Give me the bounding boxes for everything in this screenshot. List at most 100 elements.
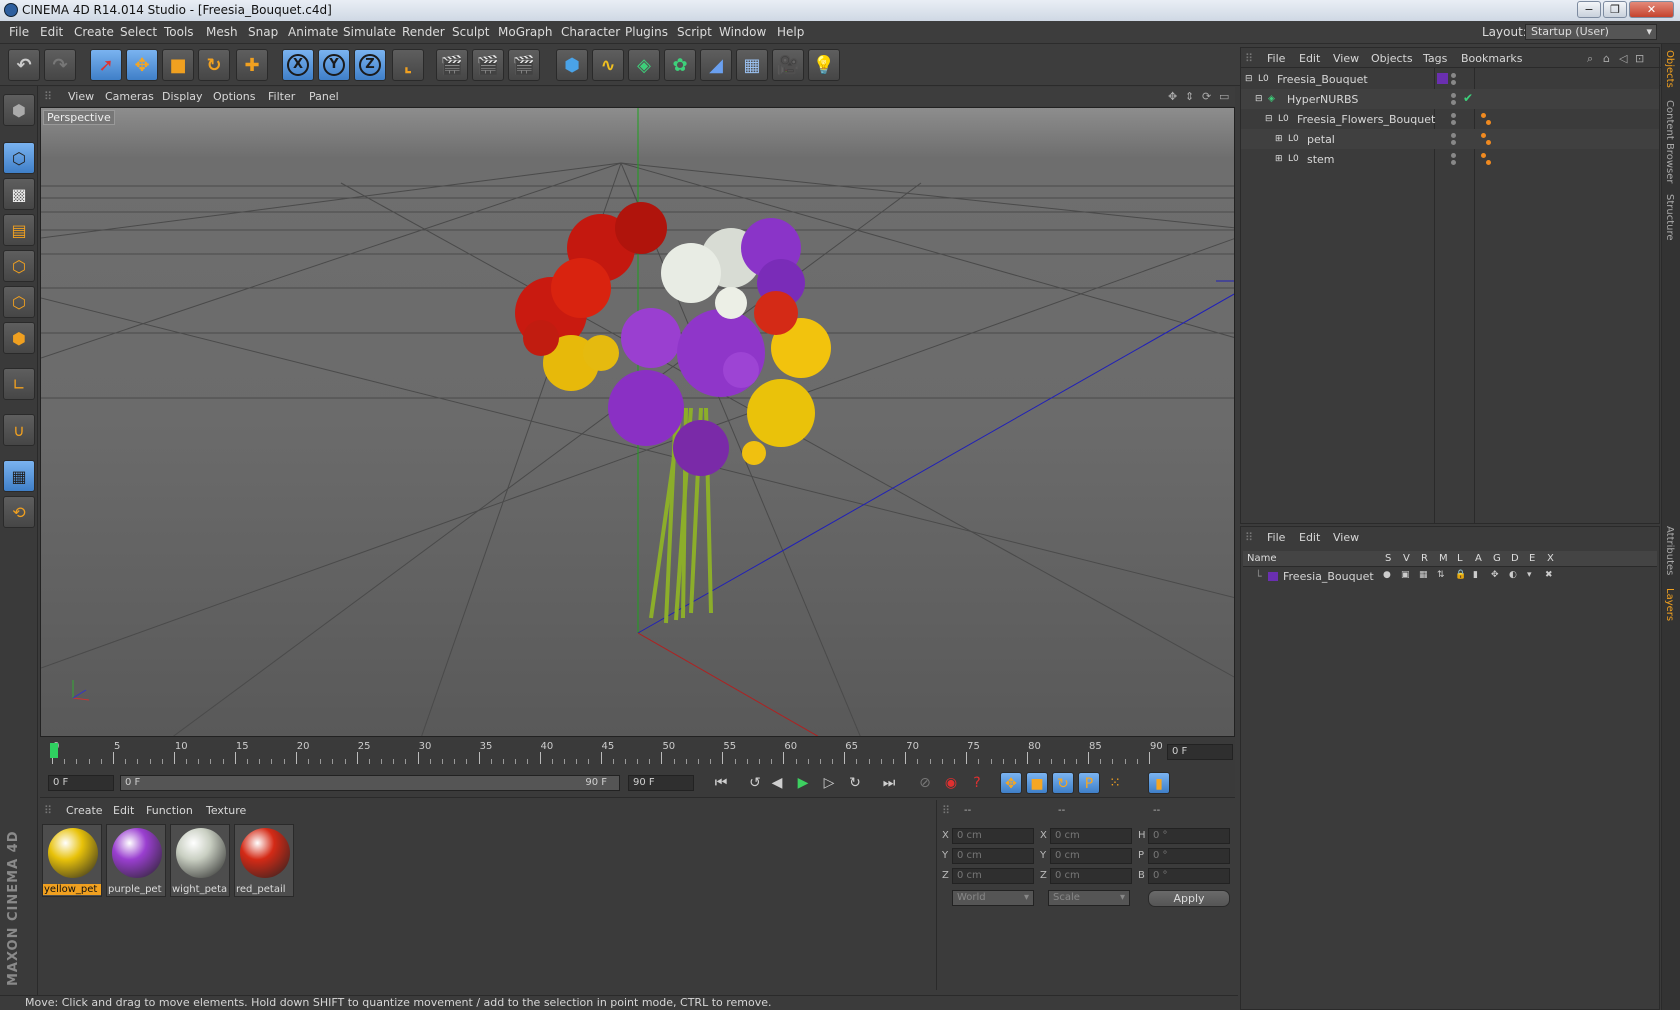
- layer-column-r[interactable]: R: [1421, 553, 1428, 564]
- menu-create[interactable]: Create: [74, 25, 114, 39]
- texture-mode-button[interactable]: ▩: [3, 178, 35, 210]
- material-menu-texture[interactable]: Texture: [206, 804, 246, 817]
- tag-icon[interactable]: [1481, 153, 1486, 158]
- render-visibility-dot[interactable]: [1451, 140, 1456, 145]
- pan-view-icon[interactable]: ✥: [1168, 90, 1177, 103]
- start-frame-field[interactable]: 0 F: [48, 775, 114, 791]
- tab-attributes[interactable]: Attributes: [1664, 526, 1675, 575]
- layer-column-x[interactable]: X: [1547, 553, 1554, 564]
- position-field[interactable]: 0 cm: [952, 848, 1034, 864]
- object-name[interactable]: HyperNURBS: [1287, 93, 1358, 106]
- object-menu-objects[interactable]: Objects: [1371, 52, 1413, 65]
- key-position-button[interactable]: ✥: [1000, 772, 1022, 794]
- layer-column-m[interactable]: M: [1439, 553, 1448, 564]
- menu-sculpt[interactable]: Sculpt: [452, 25, 489, 39]
- points-mode-button[interactable]: ⬡: [3, 250, 35, 282]
- editor-visibility-dot[interactable]: [1451, 93, 1456, 98]
- tag-icon[interactable]: [1486, 120, 1491, 125]
- viewport-menu-options[interactable]: Options: [213, 90, 255, 103]
- layer-column-l[interactable]: L: [1457, 553, 1463, 564]
- perspective-viewport[interactable]: Perspective: [40, 107, 1235, 737]
- enabled-check-icon[interactable]: ✔: [1463, 91, 1473, 105]
- visible-toggle-icon[interactable]: ▣: [1401, 570, 1410, 580]
- material-menu-create[interactable]: Create: [66, 804, 103, 817]
- tag-icon[interactable]: [1486, 140, 1491, 145]
- timeline-window-button[interactable]: ▮: [1148, 772, 1170, 794]
- deformer-toggle-icon[interactable]: ◐: [1509, 570, 1517, 580]
- editor-visibility-dot[interactable]: [1451, 133, 1456, 138]
- add-spline-button[interactable]: ∿: [592, 49, 624, 81]
- add-cube-button[interactable]: ⬢: [556, 49, 588, 81]
- next-frame-button[interactable]: ▷: [818, 772, 840, 794]
- apply-button[interactable]: Apply: [1148, 890, 1230, 907]
- z-axis-lock-button[interactable]: Z: [354, 49, 386, 81]
- key-point-level-button[interactable]: ⁙: [1104, 772, 1126, 794]
- render-view-button[interactable]: 🎬: [436, 49, 468, 81]
- material-menu-function[interactable]: Function: [146, 804, 193, 817]
- menu-help[interactable]: Help: [777, 25, 804, 39]
- tag-icon[interactable]: [1486, 160, 1491, 165]
- editor-visibility-dot[interactable]: [1451, 113, 1456, 118]
- layer-column-e[interactable]: E: [1529, 553, 1535, 564]
- xref-toggle-icon[interactable]: ✖: [1545, 570, 1553, 580]
- tab-objects[interactable]: Objects: [1664, 50, 1675, 88]
- redo-button[interactable]: ↷: [44, 49, 76, 81]
- expand-icon[interactable]: ⊞: [1275, 133, 1288, 145]
- polygons-mode-button[interactable]: ⬢: [3, 322, 35, 354]
- tab-layers[interactable]: Layers: [1664, 588, 1675, 621]
- material-swatch[interactable]: red_petail: [234, 824, 294, 897]
- render-visibility-dot[interactable]: [1451, 100, 1456, 105]
- render-settings-button[interactable]: 🎬: [508, 49, 540, 81]
- layer-column-s[interactable]: S: [1385, 553, 1391, 564]
- collapse-icon[interactable]: ⊟: [1255, 93, 1268, 105]
- menu-edit[interactable]: Edit: [40, 25, 63, 39]
- freesia-bouquet-model[interactable]: [515, 202, 831, 624]
- menu-character[interactable]: Character: [561, 25, 620, 39]
- object-menu-edit[interactable]: Edit: [1299, 52, 1320, 65]
- search-icon[interactable]: ⌕: [1587, 52, 1593, 66]
- scale-mode-dropdown[interactable]: Scale ▾: [1048, 890, 1130, 906]
- recent-tool-button[interactable]: ✚: [236, 49, 268, 81]
- expand-icon[interactable]: ⊞: [1275, 153, 1288, 165]
- rotation-field[interactable]: 0 °: [1148, 828, 1230, 844]
- zoom-view-icon[interactable]: ⇕: [1185, 90, 1194, 103]
- previous-frame-button[interactable]: ◀: [766, 772, 788, 794]
- expression-toggle-icon[interactable]: ▾: [1527, 570, 1532, 580]
- timeline-ruler[interactable]: 051015202530354045505560657075808590 0 F: [40, 740, 1235, 768]
- add-nurbs-button[interactable]: ◈: [628, 49, 660, 81]
- maximize-view-icon[interactable]: ▭: [1219, 90, 1229, 103]
- generator-toggle-icon[interactable]: ✥: [1491, 570, 1499, 580]
- size-field[interactable]: 0 cm: [1050, 828, 1132, 844]
- render-picture-viewer-button[interactable]: 🎬: [472, 49, 504, 81]
- key-scale-button[interactable]: ■: [1026, 772, 1048, 794]
- orbit-view-icon[interactable]: ⟳: [1202, 90, 1211, 103]
- render-visibility-dot[interactable]: [1451, 80, 1456, 85]
- manager-toggle-icon[interactable]: ⇅: [1437, 570, 1445, 580]
- key-parameter-button[interactable]: P: [1078, 772, 1100, 794]
- object-row[interactable]: ⊞ L0 stem: [1241, 149, 1659, 169]
- layer-column-a[interactable]: A: [1475, 553, 1482, 564]
- material-swatch[interactable]: purple_pet: [106, 824, 166, 897]
- locked-workplane-button[interactable]: ⟲: [3, 496, 35, 528]
- size-field[interactable]: 0 cm: [1050, 868, 1132, 884]
- position-field[interactable]: 0 cm: [952, 868, 1034, 884]
- new-view-icon[interactable]: ⊡: [1635, 52, 1644, 65]
- solo-toggle-icon[interactable]: ●: [1383, 570, 1391, 580]
- layer-menu-edit[interactable]: Edit: [1299, 531, 1320, 544]
- autokey-button[interactable]: ◉: [940, 772, 962, 794]
- playhead-marker[interactable]: [50, 743, 58, 758]
- layer-color-tag[interactable]: [1437, 73, 1448, 84]
- object-row[interactable]: ⊟ L0 Freesia_Flowers_Bouquet: [1241, 109, 1659, 129]
- layer-row[interactable]: └ Freesia_Bouquet ● ▣ ▦ ⇅ 🔒 ▮ ✥ ◐ ▾ ✖: [1243, 568, 1657, 586]
- menu-tools[interactable]: Tools: [164, 25, 194, 39]
- layer-column-name[interactable]: Name: [1247, 553, 1277, 564]
- scale-tool-button[interactable]: ■: [162, 49, 194, 81]
- record-keys-button[interactable]: ⊘: [914, 772, 936, 794]
- snap-button[interactable]: ∪: [3, 414, 35, 446]
- tag-icon[interactable]: [1481, 133, 1486, 138]
- layer-menu-view[interactable]: View: [1333, 531, 1359, 544]
- viewport-menu-panel[interactable]: Panel: [309, 90, 339, 103]
- make-editable-button[interactable]: ⬢: [3, 94, 35, 126]
- previous-key-button[interactable]: ↺: [744, 772, 766, 794]
- render-visibility-dot[interactable]: [1451, 120, 1456, 125]
